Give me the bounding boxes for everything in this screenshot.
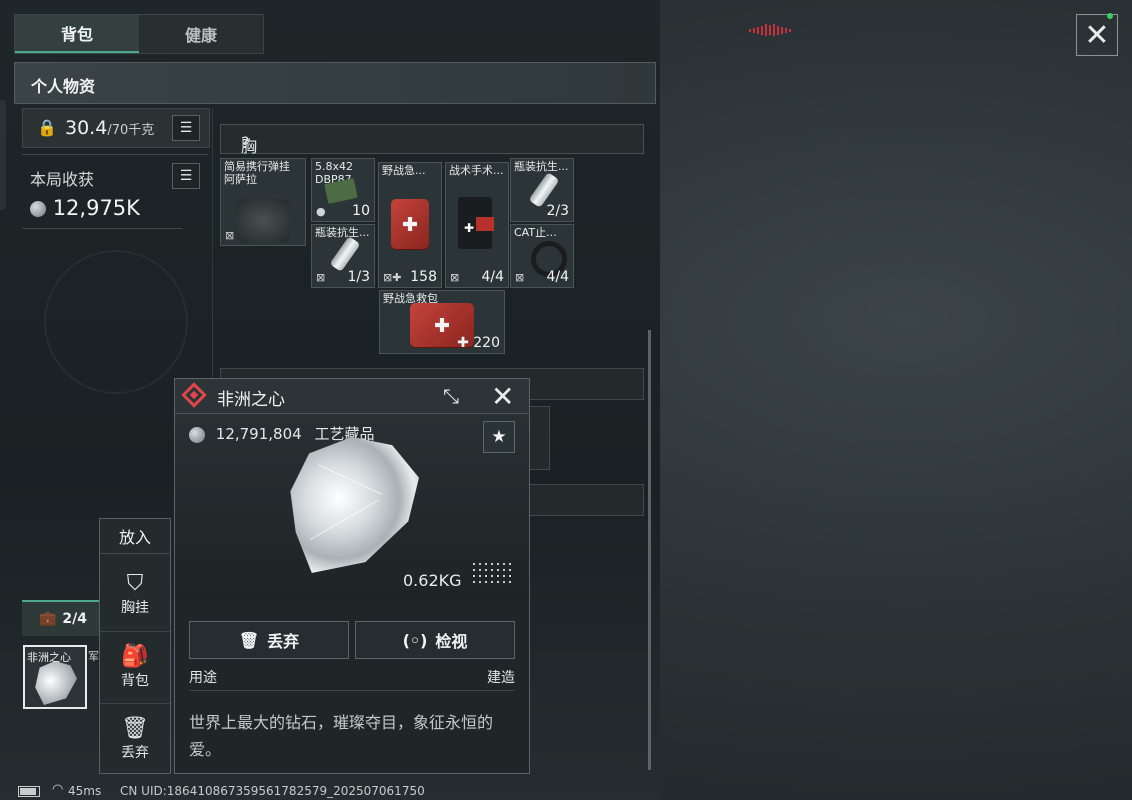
item-count: 158: [410, 269, 437, 285]
item-name: CAT止...: [514, 226, 557, 239]
wifi-icon: ◠: [52, 782, 64, 797]
item-name: 战术手术...: [449, 164, 504, 177]
item-slot-field-medkit[interactable]: 野战急... ⊠✚ 158: [378, 162, 442, 288]
rarity-diamond-icon: [181, 382, 207, 408]
item-size-grid-icon: [473, 559, 515, 587]
item-count: 4/4: [481, 269, 504, 285]
item-name: 瓶装抗生...: [315, 226, 370, 239]
item-name: 野战急...: [382, 164, 426, 177]
item-description: 世界上最大的钻石，璀璨夺目，象征永恒的爱。: [189, 713, 494, 759]
divider: [22, 154, 208, 155]
item-slot-ammo[interactable]: 5.8x42 DBP87 ● 10: [311, 158, 375, 222]
loot-value: 12,975K: [52, 196, 140, 220]
inspect-label: 检视: [435, 632, 468, 651]
item-name: 瓶装抗生...: [514, 160, 569, 173]
top-tabs: 背包 健康: [14, 14, 264, 54]
help-icon[interactable]: ?: [241, 133, 250, 152]
item-count: 1/3: [347, 269, 370, 285]
briefcase-icon: 💼: [38, 611, 57, 627]
item-detail-popup: 非洲之心 ⤡ ✕ 12,791,804 工艺藏品 ★ 0.62KG 🗑 丢弃 (…: [174, 378, 530, 774]
discard-button[interactable]: 🗑 丢弃: [189, 621, 349, 659]
tab-backpack[interactable]: 背包: [15, 15, 139, 53]
discard-label: 丢弃: [267, 632, 300, 651]
medkit-image: [391, 199, 429, 249]
vest-icon: ⛉: [126, 571, 144, 596]
bottle-image: [329, 236, 361, 272]
divider: [22, 228, 182, 229]
close-button[interactable]: ✕: [1076, 14, 1118, 56]
item-title: 非洲之心: [217, 390, 285, 410]
item-price: 12,791,804: [215, 425, 302, 443]
menu-item-discard[interactable]: 🗑 丢弃: [100, 703, 170, 774]
put-into-menu: 放入 ⛉ 胸挂 🎒 背包 🗑 丢弃: [99, 518, 171, 774]
secure-container-tab[interactable]: 💼 2/4: [22, 600, 104, 636]
menu-item-backpack[interactable]: 🎒 背包: [100, 631, 170, 702]
container-count: 2/4: [62, 611, 88, 627]
backpack-icon: 🎒: [121, 644, 149, 669]
trash-icon: 🗑: [121, 716, 149, 741]
panel-header: 个人物资: [14, 62, 656, 104]
divider: [189, 690, 515, 691]
loot-list-button[interactable]: ☰: [172, 163, 200, 189]
trash-icon: 🗑: [238, 630, 260, 650]
chest-rig-equipped-slot[interactable]: 简易携行弹挂 阿萨拉 ⊠: [220, 158, 306, 246]
item-name: 军: [88, 650, 99, 663]
status-dot: [1107, 13, 1113, 19]
item-name: 非洲之心: [27, 651, 71, 664]
no-insure-icon: ⊠✚: [383, 271, 402, 284]
menu-item-label: 丢弃: [121, 745, 149, 761]
sidebar-edge: [0, 100, 6, 210]
menu-item-label: 背包: [121, 673, 149, 689]
uid-text: CN UID:1864108673595617825​79_2025070617…: [120, 784, 425, 798]
coin-icon: [30, 201, 46, 217]
loot-label: 本局收获: [30, 170, 95, 189]
item-slot-field-medkit-large[interactable]: 野战急救包 ✚ 220: [379, 290, 505, 354]
ping-value: 45ms: [68, 784, 102, 798]
chest-rig-title: 胸挂：10/10 ?: [241, 133, 287, 200]
signal-wave-icon: [742, 24, 798, 36]
ammo-dot-icon: ●: [316, 205, 326, 218]
weight-value: 30.4/70千克: [65, 117, 155, 139]
panel-title: 个人物资: [31, 77, 96, 96]
diamond-image: [35, 661, 77, 705]
menu-item-label: 胸挂: [121, 600, 149, 616]
close-icon[interactable]: ✕: [491, 380, 514, 413]
item-slot-antibiotic[interactable]: 瓶装抗生... 2/3: [510, 158, 574, 222]
weight-list-button[interactable]: ☰: [172, 115, 200, 141]
container-slot-selected[interactable]: 非洲之心: [23, 645, 87, 709]
no-insure-icon: ⊠: [316, 271, 326, 284]
coin-icon: [189, 426, 205, 443]
item-count: 4/4: [546, 269, 569, 285]
inspect-eye-icon: (◦): [402, 630, 428, 650]
inspect-button[interactable]: (◦) 检视: [355, 621, 515, 659]
item-slot-tourniquet[interactable]: CAT止... ⊠ 4/4: [510, 224, 574, 288]
favorite-star-button[interactable]: ★: [483, 421, 515, 453]
scrollbar[interactable]: [648, 330, 651, 770]
menu-item-chest-rig[interactable]: ⛉ 胸挂: [100, 559, 170, 629]
item-count: 10: [352, 203, 370, 219]
item-name: 简易携行弹挂 阿萨拉: [224, 160, 290, 186]
chest-rig-header: 胸挂：10/10 ?: [220, 124, 644, 200]
battery-icon: [18, 786, 40, 797]
status-bar: ◠ 45ms CN UID:1864108673595617825​79_202…: [0, 780, 660, 800]
build-label[interactable]: 建造: [487, 667, 515, 687]
usage-label[interactable]: 用途: [189, 667, 217, 687]
item-count: 2/3: [546, 203, 569, 219]
item-count: ✚ 220: [457, 335, 500, 351]
item-weight: 0.62KG: [403, 571, 462, 590]
no-insure-icon: ⊠: [225, 229, 235, 242]
popup-header: 非洲之心 ⤡ ✕: [175, 379, 529, 414]
surgery-kit-image: ✚: [458, 197, 494, 249]
menu-header: 放入: [100, 519, 170, 554]
vest-image: [235, 199, 291, 243]
faction-emblem-icon: [44, 250, 188, 394]
item-slot-antibiotic[interactable]: 瓶装抗生... ⊠ 1/3: [311, 224, 375, 288]
no-insure-icon: ⊠: [515, 271, 525, 284]
no-insure-icon: ⊠: [450, 271, 460, 284]
collapse-icon[interactable]: ⤡: [443, 384, 459, 408]
weight-lock-icon: 🔒: [37, 118, 57, 137]
loot-value-row: 12,975K: [30, 196, 140, 220]
tab-health[interactable]: 健康: [139, 15, 263, 53]
item-slot-surgery-kit[interactable]: 战术手术... ✚ ⊠ 4/4: [445, 162, 509, 288]
